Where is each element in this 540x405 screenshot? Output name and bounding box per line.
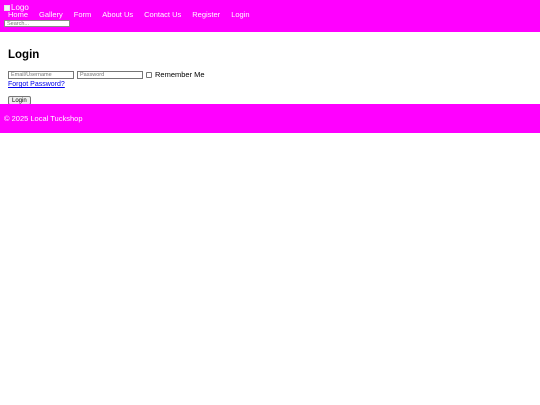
site-header: Logo Home Gallery Form About Us Contact … [0,0,540,32]
nav-about-us[interactable]: About Us [102,10,133,19]
footer-copyright: © 2025 Local Tuckshop [4,114,83,123]
nav-form[interactable]: Form [74,10,92,19]
nav-register[interactable]: Register [192,10,220,19]
nav-contact-us[interactable]: Contact Us [144,10,181,19]
remember-me-label: Remember Me [155,70,205,79]
nav-gallery[interactable]: Gallery [39,10,63,19]
remember-me-checkbox[interactable] [146,71,152,78]
email-username-field[interactable] [8,70,74,79]
forgot-password-link[interactable]: Forgot Password? [8,80,532,89]
page-title: Login [8,49,40,61]
nav-home[interactable]: Home [8,10,28,19]
main-nav: Home Gallery Form About Us Contact Us Re… [8,10,261,19]
login-form: Remember Me [8,70,532,79]
site-footer: © 2025 Local Tuckshop [0,104,540,133]
search-input[interactable] [4,20,70,27]
nav-login[interactable]: Login [231,10,249,19]
password-field[interactable] [77,70,143,79]
